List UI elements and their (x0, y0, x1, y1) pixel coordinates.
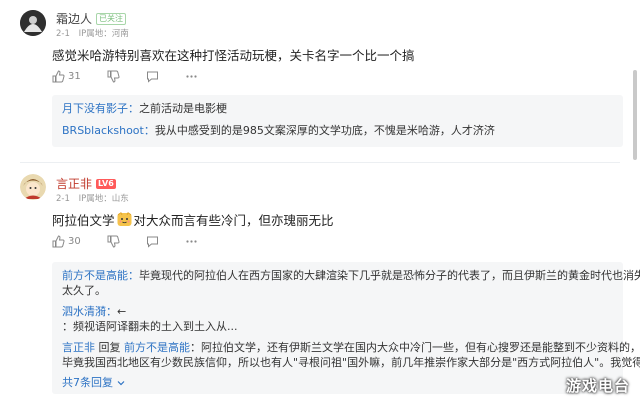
reply-item[interactable]: 泗水清漪：← (62, 304, 126, 319)
comment-meta: 2-1 IP属地：山东 (56, 192, 135, 204)
reply-text: 毕竟现代的阿拉伯人在西方国家的大肆渲染下几乎就是恐怖分子的代表了，而且伊斯兰的黄… (139, 269, 640, 282)
thumbs-up-icon (52, 235, 65, 248)
reply-item[interactable]: 言正非 回复 前方不是高能：阿拉伯文学，还有伊斯兰文学在国内大众中冷门一些，但有… (62, 340, 640, 355)
reply-text: 之前活动是电影梗 (139, 102, 227, 115)
ip-location: IP属地：河南 (78, 29, 129, 39)
follow-badge: 已关注 (96, 12, 127, 25)
reply-box: 月下没有影子：之前活动是电影梗 BRSblackshoot：我从中感受到的是98… (52, 95, 623, 147)
reply-text: 我从中感受到的是985文案深厚的文学功底，不愧是米哈游，人才济济 (154, 124, 495, 137)
reply-button[interactable] (146, 235, 159, 248)
username-row: 霜边人 已关注 (56, 10, 127, 27)
reply-author[interactable]: 月下没有影子 (62, 102, 128, 115)
reply-author[interactable]: 泗水清漪 (62, 305, 106, 318)
reply-item[interactable]: BRSblackshoot：我从中感受到的是985文案深厚的文学功底，不愧是米哈… (62, 123, 495, 138)
more-dots-icon (186, 240, 197, 243)
comment-text: 感觉米哈游特别喜欢在这种打怪活动玩梗，关卡名字一个比一个搞 (52, 48, 415, 63)
comment-meta: 2-1 IP属地：河南 (56, 27, 135, 39)
reply-item[interactable]: 前方不是高能：毕竟现代的阿拉伯人在西方国家的大肆渲染下几乎就是恐怖分子的代表了，… (62, 268, 640, 283)
reply-author[interactable]: 言正非 (62, 341, 95, 354)
more-button[interactable] (185, 235, 198, 248)
watermark: 游戏电台 (565, 377, 630, 395)
comment-icon (146, 71, 158, 83)
thumbs-down-icon (107, 70, 120, 83)
avatar[interactable] (20, 174, 46, 200)
ip-location: IP属地：山东 (78, 194, 129, 204)
reply-text-continued: ：频视语阿译翻未的土入到土入从... (62, 320, 238, 333)
more-dots-icon (186, 75, 197, 78)
emoji-sticker-icon (117, 212, 132, 227)
reply-text-continued: 太久了。 (62, 284, 106, 297)
dislike-button[interactable] (107, 235, 120, 248)
reply-text-continued: 毕竟我国西北地区有少数民族信仰，所以也有人"寻根问祖"国外嘛，前几年推崇作家大部… (62, 356, 640, 369)
avatar[interactable] (20, 10, 46, 36)
reply-author[interactable]: BRSblackshoot (62, 124, 144, 137)
comment-divider (20, 162, 620, 163)
floor-number: 2-1 (56, 29, 70, 39)
avatar-image (20, 174, 46, 200)
floor-number: 2-1 (56, 194, 70, 204)
comment-text: 阿拉伯文学 对大众而言有些冷门，但亦瑰丽无比 (52, 212, 334, 228)
reply-target[interactable]: 前方不是高能 (124, 341, 190, 354)
reply-author[interactable]: 前方不是高能 (62, 269, 128, 282)
comment-actions: 31 (52, 70, 224, 83)
reply-text: ← (117, 305, 127, 318)
reply-text: ：阿拉伯文学，还有伊斯兰文学在国内大众中冷门一些，但有心搜罗还是能整到不少资料的… (190, 341, 640, 354)
username[interactable]: 霜边人 (56, 10, 92, 27)
like-count: 30 (68, 236, 81, 247)
like-button[interactable]: 30 (52, 235, 81, 248)
reply-item[interactable]: 月下没有影子：之前活动是电影梗 (62, 101, 227, 116)
reply-word: 回复 (98, 341, 121, 354)
scrollbar[interactable] (633, 70, 637, 160)
username-row: 言正非 LV6 (56, 175, 116, 192)
more-button[interactable] (185, 70, 198, 83)
view-more-replies[interactable]: 共7条回复 (62, 375, 125, 390)
username[interactable]: 言正非 (56, 175, 92, 192)
dislike-button[interactable] (107, 70, 120, 83)
avatar-image (20, 10, 46, 36)
comment-actions: 30 (52, 235, 224, 248)
reply-box: 前方不是高能：毕竟现代的阿拉伯人在西方国家的大肆渲染下几乎就是恐怖分子的代表了，… (52, 262, 640, 394)
level-badge: LV6 (96, 178, 116, 189)
comment-icon (146, 236, 158, 248)
like-button[interactable]: 31 (52, 70, 81, 83)
like-count: 31 (68, 71, 81, 82)
thumbs-up-icon (52, 70, 65, 83)
reply-button[interactable] (146, 70, 159, 83)
chevron-down-icon (117, 381, 124, 386)
thumbs-down-icon (107, 235, 120, 248)
